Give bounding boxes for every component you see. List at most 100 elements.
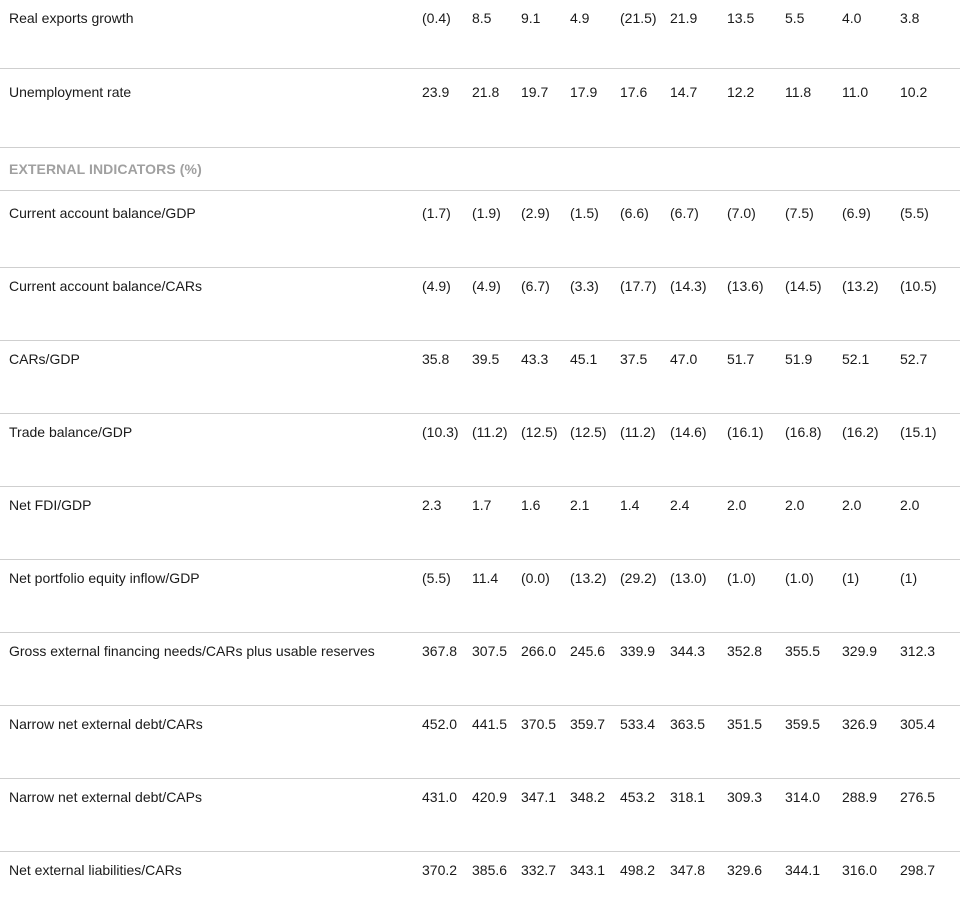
table-cell: 2.4 xyxy=(663,487,720,560)
table-cell: 2.0 xyxy=(720,487,778,560)
table-cell: 10.2 xyxy=(893,69,960,148)
table-cell: 359.5 xyxy=(778,706,835,779)
row-label: Trade balance/GDP xyxy=(0,414,415,487)
table-row: CARs/GDP35.839.543.345.137.547.051.751.9… xyxy=(0,341,960,414)
table-cell: 348.2 xyxy=(563,779,613,852)
table-cell: 367.8 xyxy=(415,633,465,706)
table-cell: 8.5 xyxy=(465,0,514,69)
table-cell: (1) xyxy=(893,560,960,633)
table-cell: (14.6) xyxy=(663,414,720,487)
table-cell: 370.2 xyxy=(415,852,465,924)
table-cell: 329.9 xyxy=(835,633,893,706)
table-cell: 17.9 xyxy=(563,69,613,148)
table-cell: (4.9) xyxy=(415,268,465,341)
table-cell: (10.5) xyxy=(893,268,960,341)
row-label: Current account balance/GDP xyxy=(0,191,415,268)
table-cell: 347.8 xyxy=(663,852,720,924)
table-cell: (2.9) xyxy=(514,191,563,268)
table-cell: 11.8 xyxy=(778,69,835,148)
table-row: Current account balance/CARs(4.9)(4.9)(6… xyxy=(0,268,960,341)
table-cell: 21.8 xyxy=(465,69,514,148)
table-cell: (13.2) xyxy=(835,268,893,341)
table-cell: 4.0 xyxy=(835,0,893,69)
table-cell: 370.5 xyxy=(514,706,563,779)
table-cell: 11.0 xyxy=(835,69,893,148)
table-cell: 314.0 xyxy=(778,779,835,852)
table-cell: 343.1 xyxy=(563,852,613,924)
table-cell: 385.6 xyxy=(465,852,514,924)
indicators-table: Real exports growth(0.4)8.59.14.9(21.5)2… xyxy=(0,0,960,924)
table-cell: 52.1 xyxy=(835,341,893,414)
table-row: Narrow net external debt/CAPs431.0420.93… xyxy=(0,779,960,852)
table-cell: 23.9 xyxy=(415,69,465,148)
table-row: Real exports growth(0.4)8.59.14.9(21.5)2… xyxy=(0,0,960,69)
row-label: Narrow net external debt/CAPs xyxy=(0,779,415,852)
table-cell: 355.5 xyxy=(778,633,835,706)
table-cell: (4.9) xyxy=(465,268,514,341)
table-cell: (14.3) xyxy=(663,268,720,341)
table-cell: 14.7 xyxy=(663,69,720,148)
table-row: Trade balance/GDP(10.3)(11.2)(12.5)(12.5… xyxy=(0,414,960,487)
section-title: EXTERNAL INDICATORS (%) xyxy=(0,148,960,191)
table-cell: (6.9) xyxy=(835,191,893,268)
table-cell: (6.6) xyxy=(613,191,663,268)
table-cell: (12.5) xyxy=(563,414,613,487)
table-cell: 45.1 xyxy=(563,341,613,414)
table-cell: 276.5 xyxy=(893,779,960,852)
table-cell: 19.7 xyxy=(514,69,563,148)
row-label: Narrow net external debt/CARs xyxy=(0,706,415,779)
table-cell: 43.3 xyxy=(514,341,563,414)
table-cell: 2.1 xyxy=(563,487,613,560)
table-cell: 326.9 xyxy=(835,706,893,779)
table-cell: (1.5) xyxy=(563,191,613,268)
table-cell: (11.2) xyxy=(613,414,663,487)
table-row: Net FDI/GDP2.31.71.62.11.42.42.02.02.02.… xyxy=(0,487,960,560)
table-cell: (0.4) xyxy=(415,0,465,69)
table-cell: 498.2 xyxy=(613,852,663,924)
table-cell: 1.7 xyxy=(465,487,514,560)
table-cell: 344.3 xyxy=(663,633,720,706)
table-cell: 11.4 xyxy=(465,560,514,633)
table-row: Gross external financing needs/CARs plus… xyxy=(0,633,960,706)
table-cell: (13.0) xyxy=(663,560,720,633)
row-label: Net portfolio equity inflow/GDP xyxy=(0,560,415,633)
table-row: Current account balance/GDP(1.7)(1.9)(2.… xyxy=(0,191,960,268)
table-cell: (3.3) xyxy=(563,268,613,341)
table-cell: 245.6 xyxy=(563,633,613,706)
table-cell: (6.7) xyxy=(663,191,720,268)
table-cell: 318.1 xyxy=(663,779,720,852)
table-cell: (16.1) xyxy=(720,414,778,487)
table-cell: (14.5) xyxy=(778,268,835,341)
table-cell: (15.1) xyxy=(893,414,960,487)
table-cell: (7.0) xyxy=(720,191,778,268)
table-cell: (5.5) xyxy=(893,191,960,268)
table-cell: (10.3) xyxy=(415,414,465,487)
table-cell: 2.0 xyxy=(835,487,893,560)
table-cell: (7.5) xyxy=(778,191,835,268)
table-cell: 298.7 xyxy=(893,852,960,924)
table-cell: 2.0 xyxy=(778,487,835,560)
table-cell: 9.1 xyxy=(514,0,563,69)
table-cell: (12.5) xyxy=(514,414,563,487)
table-cell: (11.2) xyxy=(465,414,514,487)
table-body: Real exports growth(0.4)8.59.14.9(21.5)2… xyxy=(0,0,960,924)
table-cell: 5.5 xyxy=(778,0,835,69)
table-cell: 339.9 xyxy=(613,633,663,706)
table-cell: 420.9 xyxy=(465,779,514,852)
table-cell: 17.6 xyxy=(613,69,663,148)
table-cell: 307.5 xyxy=(465,633,514,706)
table-cell: (17.7) xyxy=(613,268,663,341)
table-cell: (21.5) xyxy=(613,0,663,69)
table-cell: 359.7 xyxy=(563,706,613,779)
table-cell: 305.4 xyxy=(893,706,960,779)
row-label: Real exports growth xyxy=(0,0,415,69)
section-header-row: EXTERNAL INDICATORS (%) xyxy=(0,148,960,191)
table-cell: 453.2 xyxy=(613,779,663,852)
row-label: Unemployment rate xyxy=(0,69,415,148)
table-cell: 312.3 xyxy=(893,633,960,706)
table-cell: 316.0 xyxy=(835,852,893,924)
table-cell: 288.9 xyxy=(835,779,893,852)
table-cell: 351.5 xyxy=(720,706,778,779)
table-cell: 12.2 xyxy=(720,69,778,148)
table-cell: 332.7 xyxy=(514,852,563,924)
